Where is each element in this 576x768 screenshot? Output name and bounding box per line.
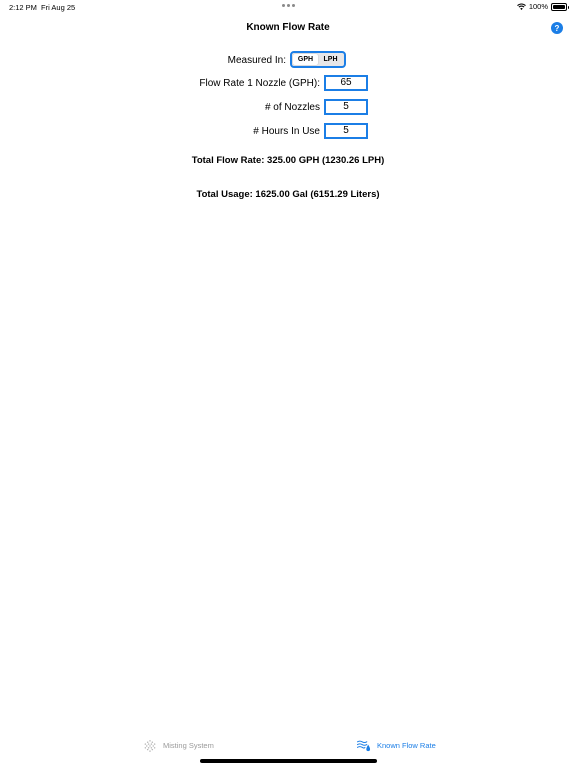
unit-option-gph[interactable]: GPH [293, 54, 318, 65]
battery-icon [551, 2, 569, 11]
tab-known-flow-rate[interactable]: Known Flow Rate [356, 739, 436, 752]
screen: 2:12 PM Fri Aug 25 100% Known Flow Rate … [0, 0, 576, 768]
nozzles-input[interactable]: 5 [324, 99, 368, 115]
multitasking-dots-icon[interactable] [282, 4, 295, 7]
tab-misting-system[interactable]: Misting System [142, 739, 214, 752]
home-indicator[interactable] [200, 759, 377, 763]
flow-rate-row: Flow Rate 1 Nozzle (GPH): [0, 76, 320, 92]
measured-in-label: Measured In: [227, 55, 286, 66]
flow-rate-input[interactable]: 65 [324, 75, 368, 91]
battery-percent: 100% [528, 2, 548, 11]
hours-label: # Hours In Use [253, 126, 320, 137]
nozzles-label: # of Nozzles [264, 102, 320, 113]
status-date: Fri Aug 25 [41, 3, 76, 12]
status-bar: 2:12 PM Fri Aug 25 100% [0, 0, 576, 14]
hours-input[interactable]: 5 [324, 123, 368, 139]
nozzles-row: # of Nozzles [0, 100, 320, 116]
page-title: Known Flow Rate [246, 22, 330, 33]
unit-segmented-control[interactable]: GPH LPH [290, 51, 346, 68]
measured-in-row: Measured In: [0, 53, 286, 69]
status-time: 2:12 PM [9, 3, 37, 12]
status-right: 100% [516, 2, 569, 11]
wifi-icon [516, 3, 526, 10]
flow-rate-icon [356, 740, 371, 752]
help-button[interactable]: ? [551, 22, 563, 34]
total-usage-text: Total Usage: 1625.00 Gal (6151.29 Liters… [196, 189, 380, 200]
flow-rate-label: Flow Rate 1 Nozzle (GPH): [199, 78, 320, 89]
tab-bar: Misting System Known Flow Rate [0, 730, 576, 768]
tab-misting-label: Misting System [163, 741, 214, 750]
tab-known-label: Known Flow Rate [377, 741, 436, 750]
unit-option-lph[interactable]: LPH [318, 54, 343, 65]
hours-row: # Hours In Use [0, 124, 320, 140]
misting-icon [144, 740, 156, 752]
total-flow-rate-text: Total Flow Rate: 325.00 GPH (1230.26 LPH… [191, 155, 385, 166]
